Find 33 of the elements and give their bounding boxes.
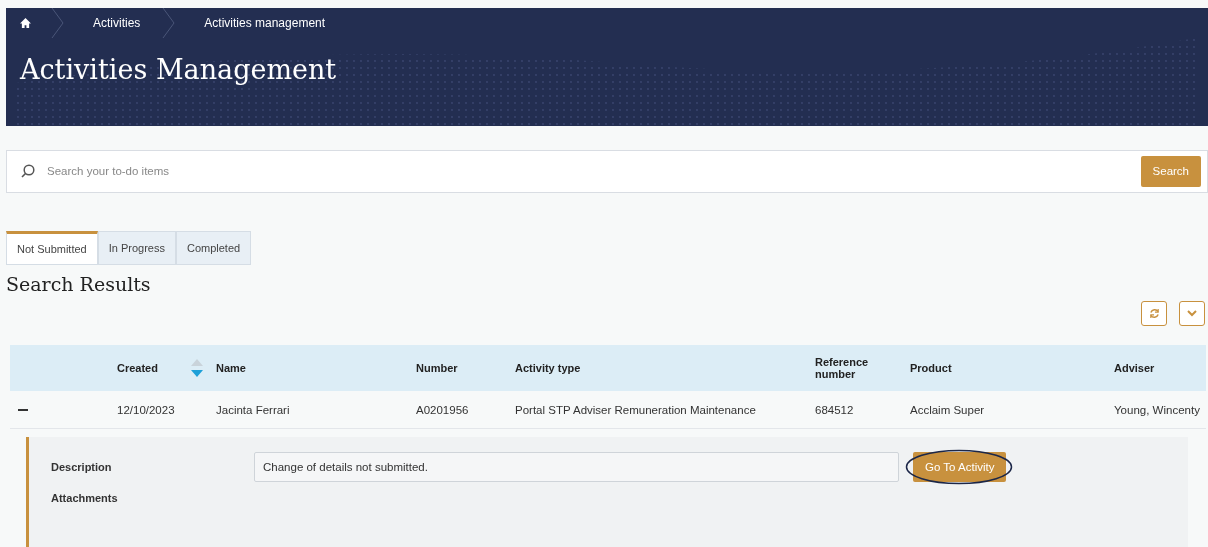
breadcrumb-link[interactable]: Activities	[65, 16, 163, 30]
refresh-button[interactable]	[1141, 301, 1167, 326]
column-header[interactable]: Created	[117, 362, 190, 374]
search-icon	[21, 164, 35, 179]
description-field[interactable]: Change of details not submitted.	[254, 451, 899, 482]
tab[interactable]: In Progress	[97, 231, 176, 265]
column-header[interactable]: Reference number	[815, 356, 910, 380]
tab[interactable]: Not Submitted	[6, 231, 98, 265]
column-header[interactable]: Name	[216, 362, 416, 374]
breadcrumb-link[interactable]: Activities management	[176, 16, 348, 30]
table-cell-text: A0201956	[416, 403, 470, 416]
table-cell-text: 684512	[815, 403, 855, 416]
column-header[interactable]: Number	[416, 362, 515, 374]
tab[interactable]: Completed	[175, 231, 252, 265]
table-cell-text: Young, Wincenty	[1114, 403, 1201, 416]
column-header[interactable]: Adviser	[1114, 362, 1206, 374]
field-label: Attachments	[51, 491, 119, 504]
breadcrumb-separator-icon	[51, 8, 65, 38]
section-title: Search Results	[6, 273, 152, 295]
home-icon[interactable]	[20, 18, 31, 28]
column-header[interactable]: Product	[910, 362, 1114, 374]
table-cell-text: Acclaim Super	[910, 403, 986, 416]
chevron-down-icon	[1187, 310, 1197, 317]
column-header[interactable]: Activity type	[515, 362, 815, 374]
expand-button[interactable]	[1179, 301, 1205, 326]
table-cell-text: 12/10/2023	[117, 403, 176, 416]
table-cell-text: Jacinta Ferrari	[216, 403, 291, 416]
table-cell-text: Portal STP Adviser Remuneration Maintenance	[515, 403, 757, 416]
breadcrumb-separator-icon	[162, 8, 177, 38]
field-label: Description	[51, 460, 113, 473]
sort-icon[interactable]	[190, 358, 204, 378]
refresh-icon	[1148, 308, 1160, 319]
page-title: Activities Management	[20, 54, 338, 85]
